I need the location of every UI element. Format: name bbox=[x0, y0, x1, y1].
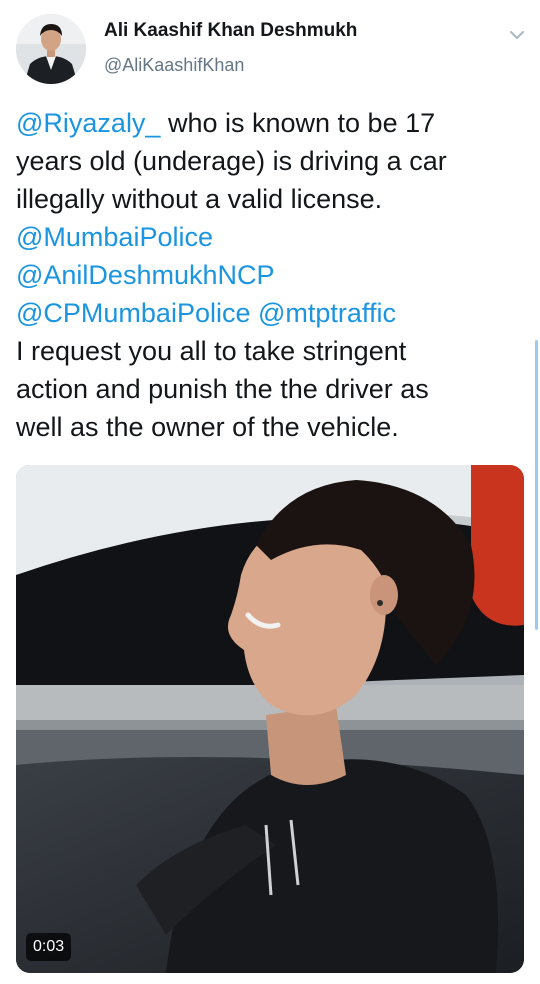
author-handle[interactable]: @AliKaashifKhan bbox=[104, 55, 244, 76]
tweet-text-line: I request you all to take stringent bbox=[16, 332, 528, 370]
tweet-text-line: illegally without a valid license. bbox=[16, 180, 528, 218]
tweet-text: @Riyazaly_ who is known to be 17 years ol… bbox=[16, 104, 528, 446]
tweet-text-line: @MumbaiPolice bbox=[16, 218, 528, 256]
tweet-text-segment: action and punish the the driver as bbox=[16, 374, 429, 404]
video-thumbnail bbox=[16, 465, 524, 973]
scrollbar[interactable] bbox=[535, 340, 538, 630]
mention-link[interactable]: @MumbaiPolice bbox=[16, 222, 213, 252]
tweet-text-segment bbox=[250, 298, 258, 328]
avatar[interactable] bbox=[16, 14, 86, 84]
tweet-text-line: @Riyazaly_ who is known to be 17 bbox=[16, 104, 528, 142]
tweet-card[interactable]: Ali Kaashif Khan Deshmukh @AliKaashifKha… bbox=[0, 0, 540, 984]
video-player[interactable]: 0:03 bbox=[16, 465, 524, 973]
mention-link[interactable]: @AnilDeshmukhNCP bbox=[16, 260, 275, 290]
tweet-text-segment: illegally without a valid license. bbox=[16, 184, 383, 214]
author-display-name[interactable]: Ali Kaashif Khan Deshmukh bbox=[104, 20, 357, 42]
chevron-down-icon bbox=[510, 31, 524, 39]
mention-link[interactable]: @Riyazaly_ bbox=[16, 108, 160, 138]
tweet-text-segment: years old (underage) is driving a car bbox=[16, 146, 447, 176]
profile-photo-icon bbox=[16, 14, 86, 84]
tweet-options-button[interactable] bbox=[505, 25, 529, 45]
tweet-text-line: years old (underage) is driving a car bbox=[16, 142, 528, 180]
mention-link[interactable]: @CPMumbaiPolice bbox=[16, 298, 250, 328]
tweet-text-line: @AnilDeshmukhNCP bbox=[16, 256, 528, 294]
video-duration-badge: 0:03 bbox=[26, 933, 72, 961]
tweet-text-line: action and punish the the driver as bbox=[16, 370, 528, 408]
mention-link[interactable]: @mtptraffic bbox=[258, 298, 396, 328]
tweet-text-segment: I request you all to take stringent bbox=[16, 336, 407, 366]
tweet-text-segment: who is known to be 17 bbox=[160, 108, 436, 138]
tweet-text-segment: well as the owner of the vehicle. bbox=[16, 412, 399, 442]
tweet-text-line: @CPMumbaiPolice @mtptraffic bbox=[16, 294, 528, 332]
tweet-text-line: well as the owner of the vehicle. bbox=[16, 408, 528, 446]
